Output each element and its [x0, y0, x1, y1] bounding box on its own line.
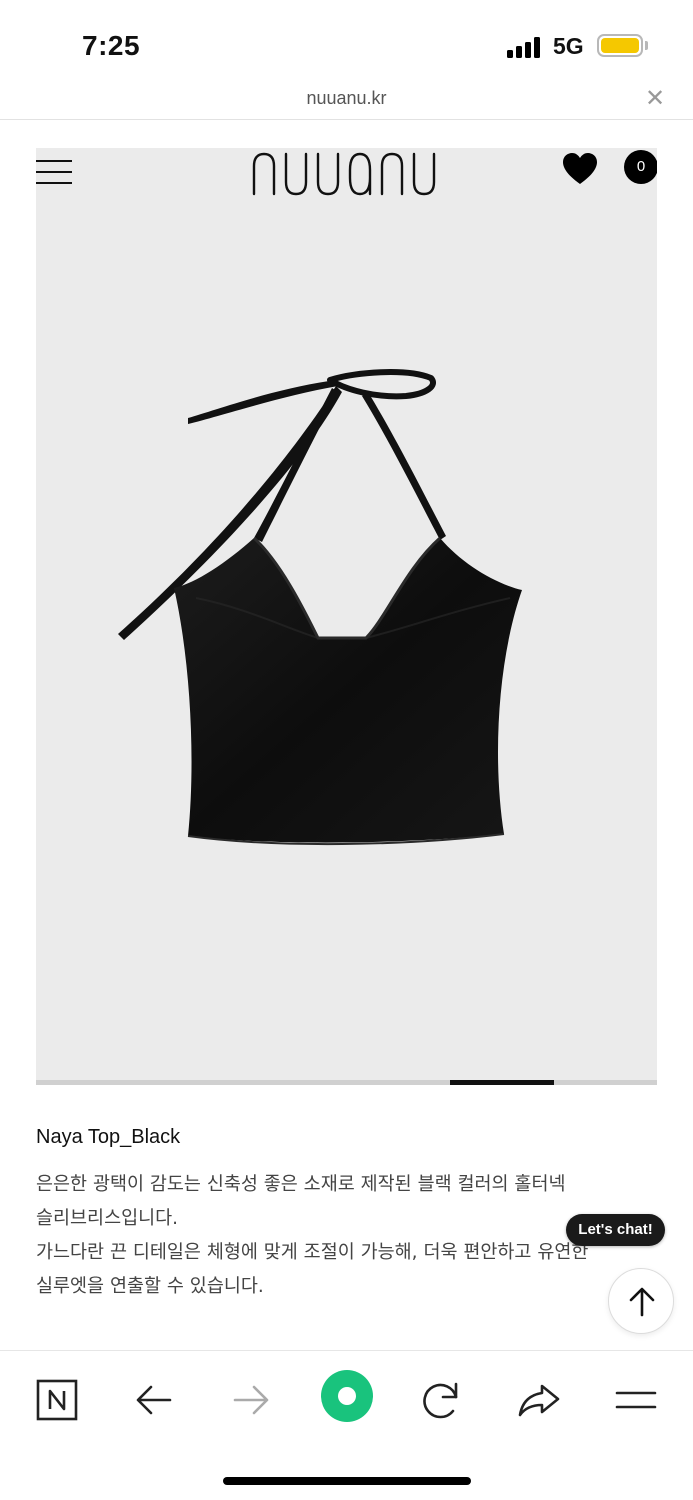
back-arrow-icon[interactable] — [129, 1375, 179, 1425]
description-line: 슬리브리스입니다. — [36, 1208, 179, 1229]
share-icon[interactable] — [514, 1375, 564, 1425]
forward-arrow-icon[interactable] — [226, 1375, 276, 1425]
gallery-progress-track[interactable] — [36, 1080, 657, 1085]
battery-cap — [645, 41, 648, 50]
network-type: 5G — [553, 33, 584, 59]
green-dot-button[interactable] — [320, 1369, 374, 1423]
home-indicator — [223, 1477, 471, 1485]
status-time: 7:25 — [82, 30, 141, 61]
status-bar: 7:25 5G — [0, 0, 693, 84]
product-photo — [118, 369, 522, 846]
signal-strength-icon — [507, 36, 543, 58]
menu-icon[interactable] — [611, 1375, 661, 1425]
chat-button[interactable]: Let's chat! — [566, 1214, 665, 1246]
refresh-icon[interactable] — [416, 1375, 466, 1425]
product-name: Naya Top_Black — [36, 1126, 181, 1148]
brand-logo[interactable] — [246, 148, 446, 198]
scroll-to-top-button[interactable] — [608, 1268, 674, 1334]
hamburger-menu-icon[interactable] — [36, 160, 72, 186]
url-text[interactable]: nuuanu.kr — [0, 88, 693, 109]
browser-toolbar — [0, 1350, 693, 1500]
product-image-gallery[interactable]: 0 — [36, 148, 657, 1080]
cart-count-badge[interactable]: 0 — [624, 150, 657, 184]
description-line: 은은한 광택이 감도는 신축성 좋은 소재로 제작된 블랙 컬러의 홀터넥 — [36, 1174, 566, 1195]
naver-home-icon[interactable] — [32, 1375, 82, 1425]
gallery-progress-indicator — [450, 1080, 554, 1085]
battery-icon — [597, 34, 643, 57]
heart-icon[interactable] — [562, 152, 598, 186]
close-icon[interactable]: ✕ — [645, 86, 665, 110]
description-line: 실루엣을 연출할 수 있습니다. — [36, 1276, 264, 1297]
url-bar[interactable]: nuuanu.kr ✕ — [0, 84, 693, 120]
description-line: 가느다란 끈 디테일은 체형에 맞게 조절이 가능해, 더욱 편안하고 유연한 — [36, 1242, 589, 1263]
arrow-up-icon — [629, 1287, 655, 1317]
product-description: 은은한 광택이 감도는 신축성 좋은 소재로 제작된 블랙 컬러의 홀터넥 슬리… — [36, 1168, 658, 1304]
